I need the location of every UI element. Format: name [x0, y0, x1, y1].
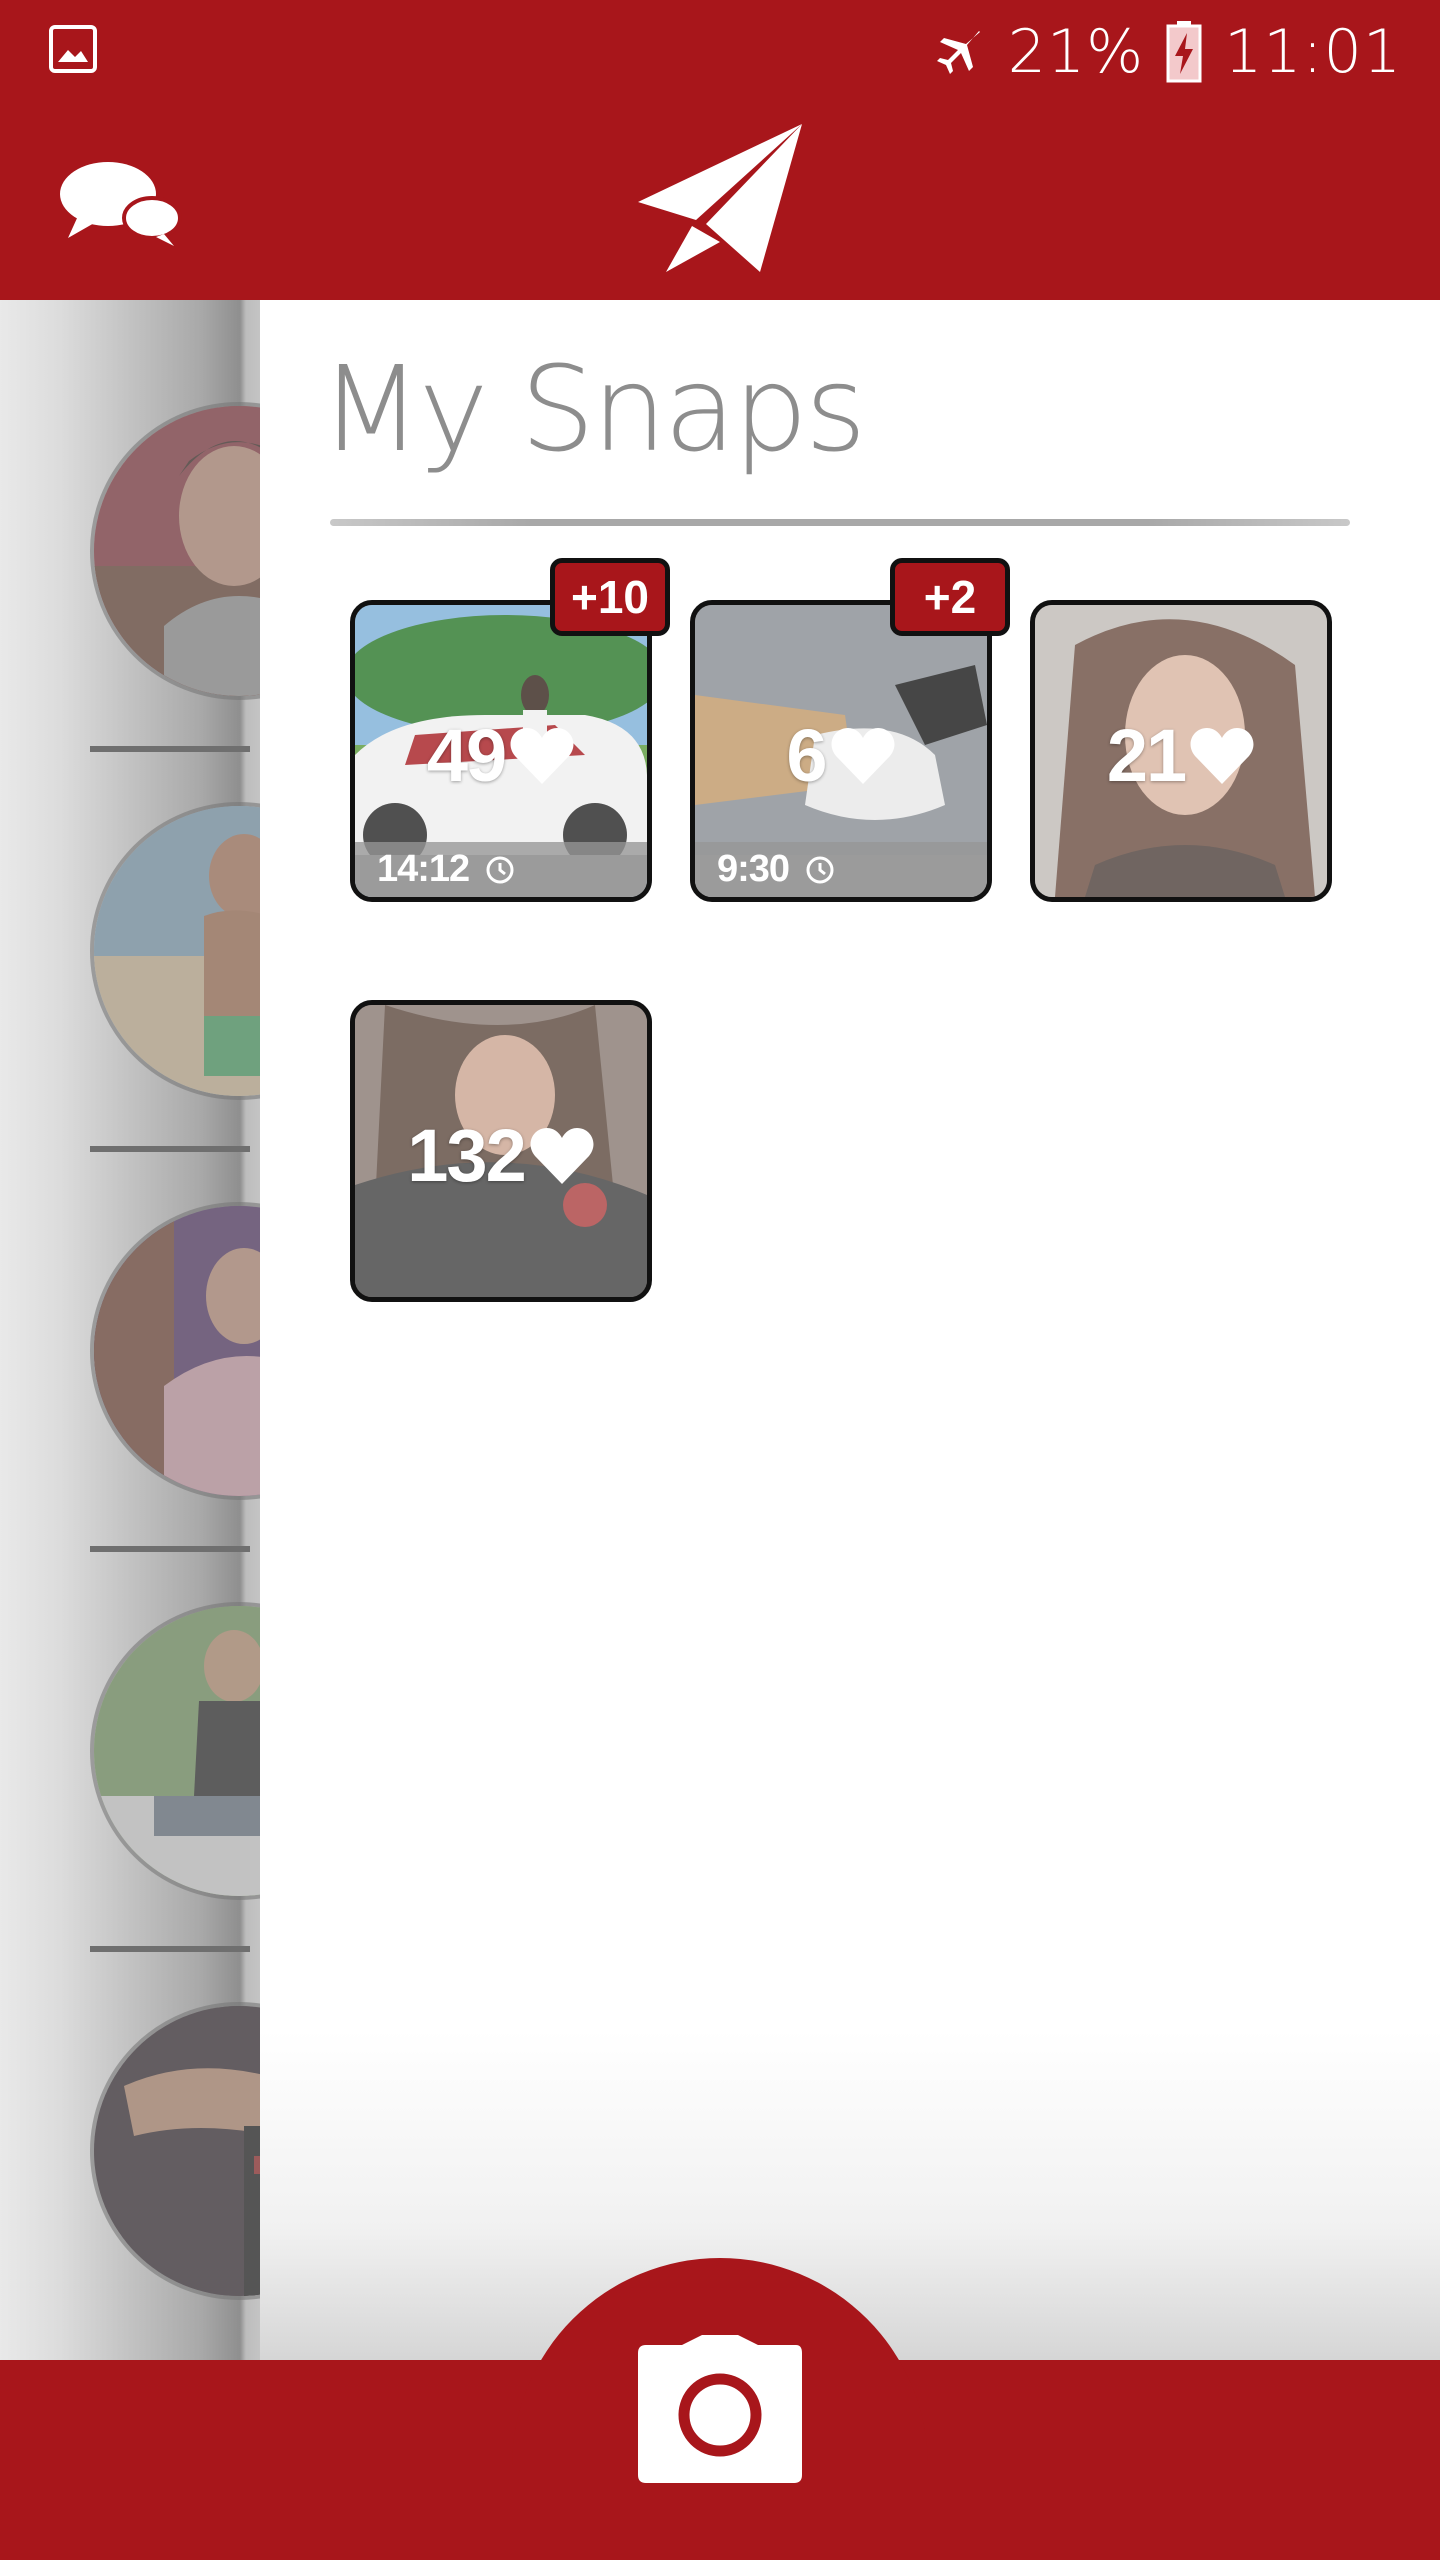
- heart-icon: [831, 727, 895, 784]
- snap-time-bar: 14:12: [355, 842, 647, 897]
- heart-icon: [530, 1127, 594, 1184]
- snap-card[interactable]: 49 14:12: [350, 600, 652, 902]
- battery-percent: 21%: [1007, 17, 1145, 87]
- like-counter: 49: [355, 713, 647, 798]
- friends-rail: [0, 300, 260, 2360]
- battery-charging-icon: [1166, 21, 1202, 83]
- like-count: 21: [1106, 714, 1187, 797]
- clock-icon: [486, 856, 514, 883]
- friend-avatar[interactable]: [90, 1202, 260, 1500]
- snap-time: 9:30: [717, 848, 790, 890]
- rail-divider: [90, 1546, 250, 1552]
- rail-divider: [90, 1146, 250, 1152]
- rail-divider: [90, 1946, 250, 1952]
- title-divider: [330, 519, 1350, 526]
- status-bar: 21% 11:01: [0, 0, 1440, 100]
- clock-time: 11:01: [1224, 17, 1402, 87]
- like-counter: 132: [355, 1113, 647, 1198]
- top-app-bar: [0, 100, 1440, 300]
- paper-plane-icon: [638, 124, 802, 272]
- like-count: 6: [786, 714, 827, 797]
- friend-avatar[interactable]: [90, 2002, 260, 2300]
- snap-card[interactable]: 132: [350, 1000, 652, 1302]
- like-count: 49: [426, 714, 507, 797]
- friend-avatar[interactable]: [90, 402, 260, 700]
- gallery-notification-icon: [49, 25, 97, 73]
- snap-time: 14:12: [377, 848, 470, 890]
- heart-icon: [510, 727, 574, 784]
- like-counter: 21: [1035, 713, 1327, 798]
- airplane-mode-icon: [936, 31, 980, 74]
- like-counter: 6: [695, 713, 987, 798]
- rail-divider: [90, 746, 250, 752]
- new-likes-badge: +10: [550, 558, 670, 636]
- page-title: My Snaps: [320, 340, 867, 478]
- clock-icon: [806, 856, 834, 883]
- chat-bubbles-icon[interactable]: [58, 158, 182, 248]
- friend-avatar[interactable]: [90, 802, 260, 1100]
- friend-avatar[interactable]: [90, 1602, 260, 1900]
- camera-icon[interactable]: [638, 2335, 802, 2483]
- like-count: 132: [407, 1114, 526, 1197]
- heart-icon: [1190, 727, 1254, 784]
- snap-time-bar: 9:30: [695, 842, 987, 897]
- snap-card[interactable]: 21: [1030, 600, 1332, 902]
- snap-card[interactable]: 6 9:30: [690, 600, 992, 902]
- new-likes-badge: +2: [890, 558, 1010, 636]
